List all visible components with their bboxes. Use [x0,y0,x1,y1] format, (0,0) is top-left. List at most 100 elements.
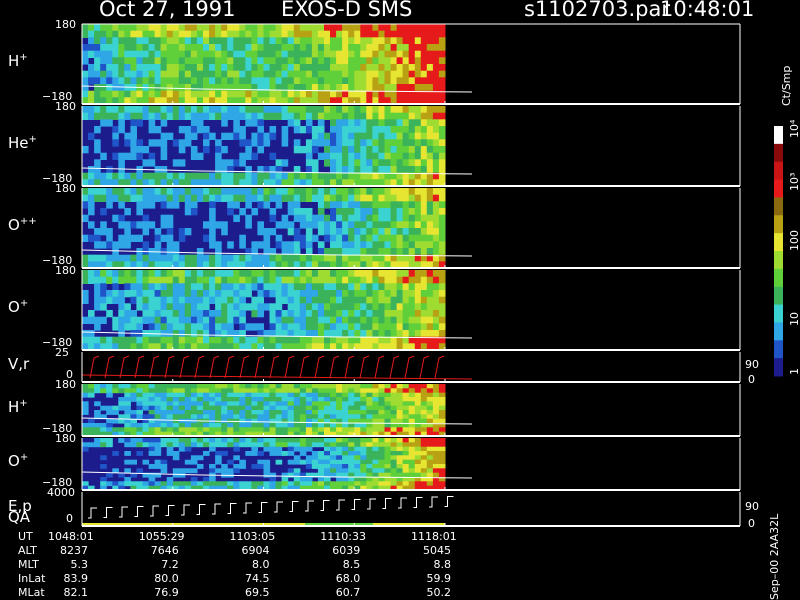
heatmap-cell [293,50,301,58]
heatmap-cell [106,57,113,65]
heatmap-cell [336,446,343,452]
heatmap-cell [245,442,252,448]
heatmap-cell [305,464,313,469]
heatmap-cell [106,172,113,180]
heatmap-cell [178,303,186,311]
heatmap-cell [299,323,307,331]
heatmap-cell [414,30,422,38]
heatmap-cell [426,57,434,65]
colorbar-segment [774,143,783,163]
heatmap-cell [184,397,192,402]
heatmap-cell [299,481,307,487]
heatmap-cell [348,84,355,92]
heatmap-cell [178,438,186,443]
heatmap-cell [269,438,277,443]
heatmap-cell [408,410,416,415]
heatmap-cell [257,201,264,209]
heatmap-cell [305,276,313,284]
heatmap-cell [378,234,385,242]
heatmap-cell [396,323,404,331]
heatmap-cell [372,228,379,236]
heatmap-cell [221,254,228,262]
heatmap-cell [372,241,379,249]
heatmap-cell [299,126,307,134]
heatmap-cell [118,438,125,443]
heatmap-cell [233,296,240,304]
right-tick-bottom: 0 [748,517,755,530]
heatmap-cell [408,442,416,448]
heatmap-cell [317,468,325,474]
heatmap-cell [426,70,434,78]
heatmap-cell [311,64,319,72]
heatmap-cell [257,276,264,284]
heatmap-cell [184,459,192,465]
heatmap-cell [348,188,355,196]
heatmap-cell [420,414,428,420]
heatmap-cell [112,106,119,114]
heatmap-cell [136,427,143,433]
heatmap-cell [130,414,137,420]
heatmap-cell [305,384,313,389]
heatmap-cell [196,37,204,45]
heatmap-cell [299,146,307,154]
heatmap-cell [166,451,174,456]
heatmap-cell [227,438,234,443]
heatmap-cell [160,442,168,448]
heatmap-cell [203,310,210,318]
heatmap-cell [402,316,410,324]
heatmap-cell [396,442,404,448]
heatmap-cell [432,132,440,140]
heatmap-cell [324,228,331,236]
heatmap-cell [360,194,367,202]
heatmap-cell [154,459,162,465]
heatmap-cell [360,106,367,114]
heatmap-cell [275,423,283,428]
heatmap-cell [414,303,422,311]
heatmap-cell [178,336,186,344]
heatmap-cell [336,451,343,456]
heatmap-cell [311,234,319,242]
heatmap-cell [324,392,331,398]
heatmap-cell [293,323,301,331]
heatmap-cell [130,276,137,284]
heatmap-cell [233,126,240,134]
heatmap-cell [348,159,355,167]
heatmap-cell [263,459,271,465]
heatmap-cell [160,106,168,114]
heatmap-cell [281,283,289,291]
heatmap-cell [438,139,446,147]
heatmap-cell [221,70,228,78]
heatmap-cell [390,214,398,222]
heatmap-cell [414,330,422,338]
heatmap-cell [438,316,446,324]
heatmap-cell [426,112,434,120]
heatmap-cell [396,481,404,487]
heatmap-cell [342,464,349,469]
heatmap-cell [118,427,125,433]
heatmap-cell [263,188,271,196]
heatmap-cell [184,126,192,134]
panel-label-hp2: H+ [8,398,28,416]
heatmap-cell [311,310,319,318]
heatmap-cell [184,112,192,120]
panel-label-sup: ++ [19,216,37,227]
heatmap-cell [136,57,143,65]
heatmap-cell [317,57,325,65]
heatmap-cell [372,57,379,65]
heatmap-cell [348,392,355,398]
heatmap-cell [203,384,210,389]
heatmap-cell [166,214,174,222]
heatmap-cell [420,241,428,249]
heatmap-cell [130,392,137,398]
heatmap-cell [209,323,216,331]
heatmap-cell [426,194,434,202]
heatmap-cell [112,248,119,256]
heatmap-cell [209,201,216,209]
heatmap-cell [408,70,416,78]
heatmap-cell [124,70,131,78]
heatmap-cell [154,316,162,324]
heatmap-cell [209,57,216,65]
heatmap-cell [342,84,349,92]
heatmap-cell [390,201,398,209]
heatmap-cell [293,336,301,344]
